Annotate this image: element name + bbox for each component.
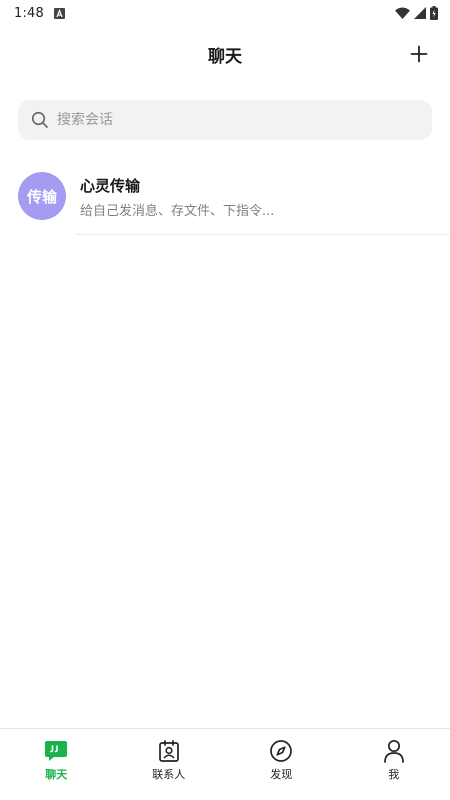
notification-a-icon [54, 7, 65, 19]
tab-label: 联系人 [152, 768, 186, 781]
divider [76, 234, 450, 235]
conversation-item[interactable]: 传输 心灵传输 给自己发消息、存文件、下指令... [0, 158, 450, 236]
contacts-icon [157, 739, 181, 763]
header: 聊天 [0, 28, 450, 80]
tab-label: 聊天 [45, 768, 68, 781]
plus-icon [410, 45, 428, 63]
page-title: 聊天 [208, 46, 242, 67]
signal-icon [414, 7, 426, 19]
tab-discover[interactable]: 发现 [225, 729, 338, 800]
add-button[interactable] [406, 41, 432, 67]
wifi-icon [395, 7, 410, 19]
tab-contacts[interactable]: 联系人 [113, 729, 226, 800]
avatar: 传输 [18, 172, 66, 220]
conversation-name: 心灵传输 [80, 177, 141, 195]
tab-label: 我 [388, 768, 400, 781]
battery-charging-icon [430, 6, 438, 20]
tab-bar: 聊天 联系人 发现 我 [0, 728, 450, 800]
search-box[interactable] [18, 100, 432, 140]
status-time: 1:48 [14, 5, 44, 21]
status-bar: 1:48 [0, 0, 450, 26]
search-input[interactable] [57, 112, 397, 128]
tab-label: 发现 [270, 768, 293, 781]
status-left: 1:48 [14, 6, 65, 21]
tab-me[interactable]: 我 [338, 729, 450, 800]
status-right [395, 6, 438, 20]
tab-chat[interactable]: 聊天 [0, 729, 113, 800]
person-icon [382, 739, 406, 763]
compass-icon [269, 739, 293, 763]
conversation-preview: 给自己发消息、存文件、下指令... [80, 204, 275, 219]
search-icon [31, 111, 49, 129]
chat-bubble-icon [44, 739, 68, 763]
